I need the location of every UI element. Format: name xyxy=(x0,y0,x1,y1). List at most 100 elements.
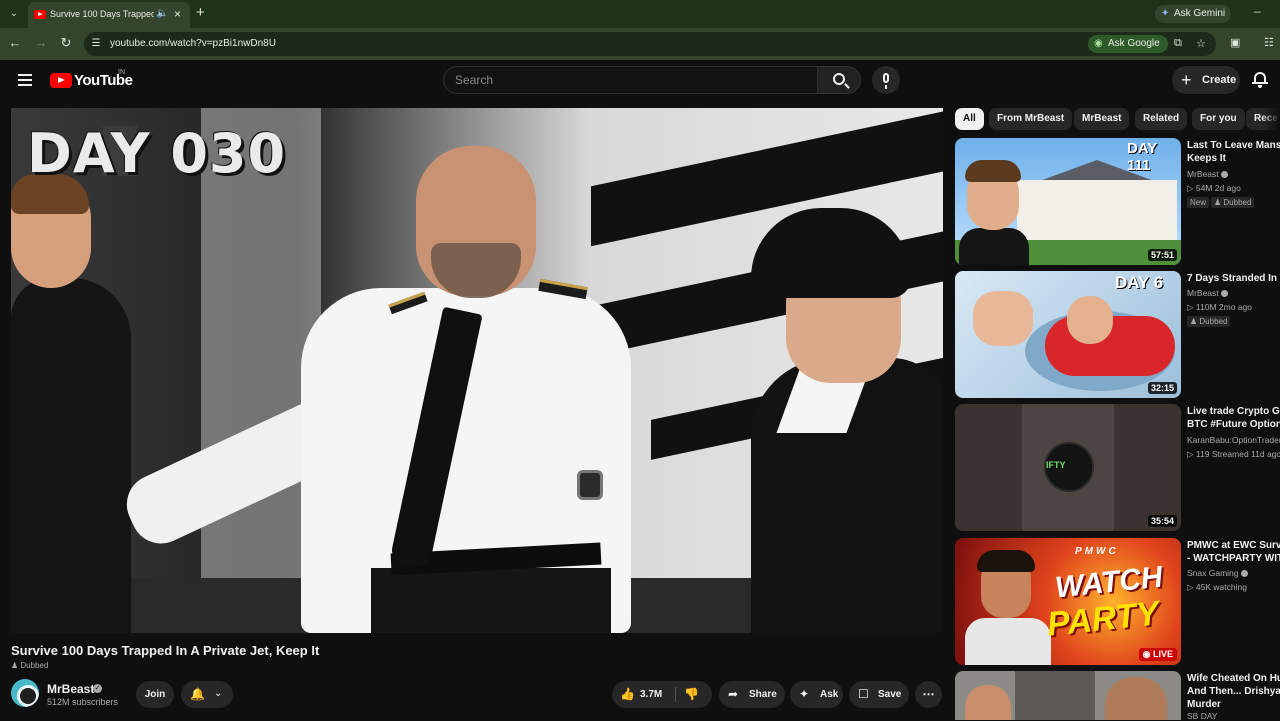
thumb-overlay-text: DAY 6 xyxy=(1115,273,1164,292)
voice-search-button[interactable] xyxy=(872,66,900,94)
share-label: Share xyxy=(749,689,777,700)
thumb-overlay-text: DAY 111 xyxy=(1127,140,1158,174)
rec-title[interactable]: Live trade Crypto Gold xyxy=(1187,405,1280,418)
minimize-icon[interactable]: – xyxy=(1254,4,1261,18)
create-button[interactable]: + Create xyxy=(1172,66,1240,94)
video-title: Survive 100 Days Trapped In A Private Je… xyxy=(11,643,320,658)
reload-icon[interactable]: ↻ xyxy=(57,35,75,51)
search-button[interactable] xyxy=(817,66,861,94)
chip-from-mrbeast[interactable]: From MrBeast xyxy=(989,108,1073,130)
rec-channel[interactable]: Snax Gaming xyxy=(1187,568,1248,578)
rec-channel[interactable]: MrBeast xyxy=(1187,169,1228,179)
new-tab-button[interactable]: + xyxy=(196,4,205,21)
rec-thumbnail[interactable]: IFTY 35:54 xyxy=(955,404,1181,531)
video-player[interactable]: DAY 030 xyxy=(11,108,943,633)
rec-title[interactable]: PMWC at EWC Survival xyxy=(1187,539,1280,552)
rec-thumbnail[interactable] xyxy=(955,671,1181,720)
thumb-overlay-text: IFTY xyxy=(1046,460,1066,470)
more-actions-icon[interactable]: ⋯ xyxy=(915,681,942,708)
chip-mrbeast[interactable]: MrBeast xyxy=(1074,108,1130,130)
verified-check-icon xyxy=(1220,290,1228,298)
rec-thumbnail[interactable]: DAY 6 32:15 xyxy=(955,271,1181,398)
chip-all[interactable]: All xyxy=(955,108,984,130)
join-button[interactable]: Join xyxy=(136,681,174,708)
rec-views-age: 110M 2mo ago xyxy=(1195,302,1252,312)
rec-title-line2[interactable]: - WATCHPARTY WITH xyxy=(1187,552,1280,565)
verified-check-icon xyxy=(1240,570,1248,578)
save-button[interactable]: ☐ Save xyxy=(849,681,909,708)
live-label: LIVE xyxy=(1152,649,1173,659)
google-lens-icon: ◉ xyxy=(1094,38,1103,49)
rec-thumbnail[interactable]: PMWC WATCH PARTY ◉ LIVE xyxy=(955,538,1181,665)
rec-title[interactable]: 7 Days Stranded In The xyxy=(1187,272,1280,285)
verified-check-icon xyxy=(1220,171,1228,179)
dubbed-badge: ♟ Dubbed xyxy=(11,661,48,670)
ask-label: Ask xyxy=(820,689,839,700)
share-arrow-icon: ➦ xyxy=(728,687,739,701)
notifications-bell-icon[interactable] xyxy=(1252,71,1268,88)
rec-meta: ▷ 54M 2d ago xyxy=(1187,183,1241,193)
forward-arrow-icon[interactable]: → xyxy=(32,35,50,50)
video-duration: 57:51 xyxy=(1147,249,1177,261)
share-button[interactable]: ➦ Share xyxy=(719,681,785,708)
mansion-image xyxy=(1017,180,1177,242)
guide-menu-icon[interactable] xyxy=(18,74,32,86)
new-badge: New xyxy=(1187,197,1210,208)
youtube-logo-icon[interactable] xyxy=(50,73,72,88)
channel-name[interactable]: MrBeast xyxy=(47,682,94,696)
like-thumbs-up-icon[interactable]: 👍 xyxy=(620,687,635,701)
address-bar[interactable]: ☰ youtube.com/watch?v=pzBi1nwDn8U ◉ Ask … xyxy=(84,32,1216,56)
close-icon[interactable]: × xyxy=(174,7,181,21)
rec-channel-name: Snax Gaming xyxy=(1187,568,1239,578)
video-duration: 32:15 xyxy=(1147,382,1177,394)
rec-title-line2[interactable]: And Then... Drishyam xyxy=(1187,685,1280,698)
rec-channel[interactable]: KaranBabu:OptionTrader xyxy=(1187,435,1280,445)
tab-search-chevron-icon[interactable]: ⌄ xyxy=(6,6,22,22)
rec-title-line2[interactable]: BTC #Future Option t xyxy=(1187,418,1280,431)
rec-title-line2[interactable]: Keeps It xyxy=(1187,152,1280,165)
ask-gemini-button[interactable]: ✦ Ask Gemini xyxy=(1155,5,1231,23)
dubbed-badge: ♟ Dubbed xyxy=(1211,197,1255,208)
dubbed-label: Dubbed xyxy=(20,661,49,670)
youtube-favicon-icon xyxy=(34,10,46,19)
speaker-icon[interactable]: 🔈 xyxy=(156,8,168,19)
save-label: Save xyxy=(878,689,902,700)
live-badge: ◉ LIVE xyxy=(1138,648,1177,661)
video-duration: 35:54 xyxy=(1147,515,1177,527)
ask-button[interactable]: ✦ Ask xyxy=(790,681,843,708)
verified-check-icon: ✓ xyxy=(93,684,102,693)
dislike-thumbs-down-icon[interactable]: 👎 xyxy=(684,687,699,701)
bookmark-star-icon[interactable]: ☆ xyxy=(1196,37,1206,50)
youtube-masthead: YouTube IN + Create xyxy=(0,60,1280,104)
rec-views-age: 54M 2d ago xyxy=(1195,183,1241,193)
subscribed-button[interactable]: 🔔 ⌄ xyxy=(181,681,233,708)
channel-avatar[interactable] xyxy=(11,679,39,707)
back-arrow-icon[interactable]: ← xyxy=(6,35,24,50)
rec-channel-name: MrBeast xyxy=(1187,288,1219,298)
url-text[interactable]: youtube.com/watch?v=pzBi1nwDn8U xyxy=(110,38,276,49)
search-input[interactable] xyxy=(443,66,818,94)
chip-related[interactable]: Related xyxy=(1135,108,1188,130)
side-panel-icon[interactable]: ☷ xyxy=(1264,36,1274,49)
browser-tab-active[interactable]: Survive 100 Days Trapped In A Private Je… xyxy=(28,2,190,28)
subscriber-count: 512M subscribers xyxy=(47,697,119,707)
ask-gemini-label: Ask Gemini xyxy=(1174,8,1226,19)
rec-thumbnail[interactable]: DAY 111 57:51 xyxy=(955,138,1181,265)
extensions-puzzle-icon[interactable]: ▣ xyxy=(1230,36,1240,49)
microphone-icon xyxy=(883,73,889,89)
search-icon xyxy=(833,73,845,85)
rec-meta: ▷ 110M 2mo ago xyxy=(1187,302,1252,312)
like-count[interactable]: 3.7M xyxy=(640,689,662,700)
tab-title: Survive 100 Days Trapped In A Private Je… xyxy=(50,9,154,19)
rec-title[interactable]: Wife Cheated On Husband xyxy=(1187,672,1280,685)
install-app-icon[interactable]: ⧉ xyxy=(1174,37,1182,50)
site-info-icon[interactable]: ☰ xyxy=(90,38,102,50)
person-left xyxy=(11,278,131,633)
rec-title-line3[interactable]: Murder xyxy=(1187,698,1280,711)
chevron-down-icon: ⌄ xyxy=(214,688,223,699)
bookmark-icon: ☐ xyxy=(858,687,869,701)
chip-for-you[interactable]: For you xyxy=(1192,108,1245,130)
rec-channel[interactable]: MrBeast xyxy=(1187,288,1228,298)
ask-google-button[interactable]: ◉ Ask Google xyxy=(1088,35,1168,53)
rec-title[interactable]: Last To Leave Mansion xyxy=(1187,139,1280,152)
